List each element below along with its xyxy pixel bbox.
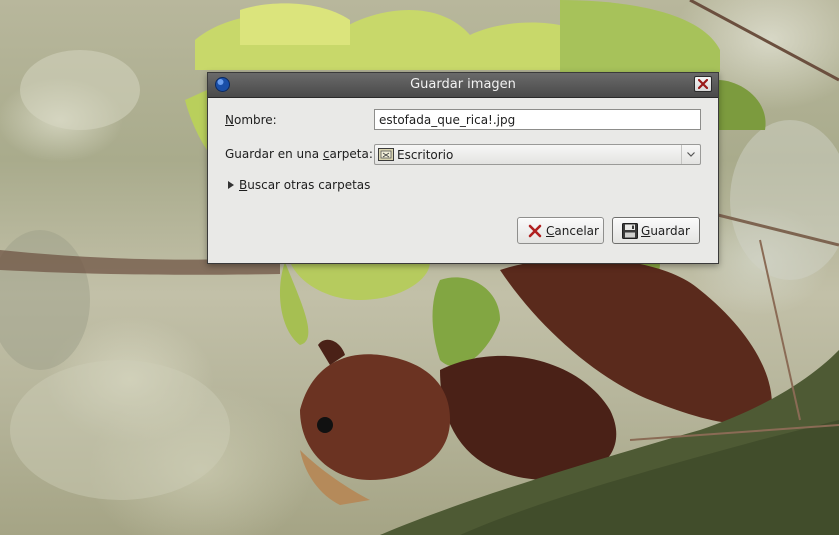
save-button[interactable]: Guardar bbox=[612, 217, 700, 244]
folder-combo[interactable]: Escritorio bbox=[374, 144, 701, 165]
folder-icon bbox=[378, 148, 394, 161]
browse-folders-label: Buscar otras carpetas bbox=[239, 178, 371, 192]
filename-input[interactable] bbox=[374, 109, 701, 130]
desktop-background: Guardar imagen Nombre: Guardar en una ca… bbox=[0, 0, 839, 535]
folder-label: Guardar en una carpeta: bbox=[225, 147, 373, 161]
close-button[interactable] bbox=[694, 76, 712, 92]
folder-combo-toggle[interactable] bbox=[681, 145, 700, 164]
name-label: Nombre: bbox=[225, 113, 277, 127]
floppy-disk-icon bbox=[622, 223, 638, 239]
cancel-button[interactable]: Cancelar bbox=[517, 217, 604, 244]
dialog-title: Guardar imagen bbox=[410, 77, 516, 92]
triangle-right-icon bbox=[228, 181, 234, 189]
close-icon bbox=[698, 79, 708, 89]
folder-combo-value: Escritorio bbox=[397, 148, 454, 162]
cancel-button-label: Cancelar bbox=[546, 224, 599, 238]
cancel-x-icon bbox=[528, 224, 542, 238]
chevron-down-icon bbox=[687, 152, 695, 157]
dialog-titlebar[interactable]: Guardar imagen bbox=[208, 73, 718, 98]
save-button-label: Guardar bbox=[641, 224, 690, 238]
save-image-dialog: Guardar imagen Nombre: Guardar en una ca… bbox=[207, 72, 719, 264]
